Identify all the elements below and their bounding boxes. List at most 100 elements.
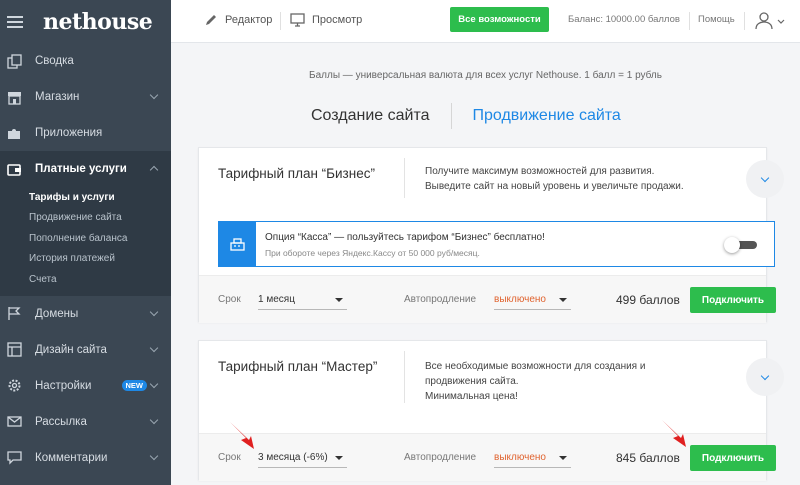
- sidebar-item-comments[interactable]: Комментарии: [0, 440, 171, 476]
- term-value: 1 месяц: [258, 294, 295, 305]
- sidebar-submenu: Тарифы и услуги Продвижение сайта Пополн…: [0, 187, 171, 296]
- chevron-down-icon: [149, 90, 159, 100]
- plan-description-line: Все необходимые возможности для создания…: [425, 361, 646, 372]
- sidebar-item-domains[interactable]: Домены: [0, 296, 171, 332]
- sidebar-item-label: Приложения: [35, 127, 103, 139]
- comment-icon: [7, 450, 22, 465]
- autorenew-label: Автопродление: [404, 452, 477, 463]
- sidebar-header: nethouse: [0, 0, 171, 43]
- sidebar-item-label: Сводка: [35, 55, 74, 67]
- tab-site-creation[interactable]: Создание сайта: [311, 107, 430, 125]
- annotation-arrow-icon: [662, 420, 686, 447]
- editor-link[interactable]: Редактор: [204, 13, 272, 27]
- plan-card-business: Тарифный план “Бизнес” Получите максимум…: [198, 147, 784, 323]
- kassa-icon: [219, 222, 256, 266]
- topbar-divider: [280, 12, 281, 30]
- monitor-icon: [290, 13, 305, 27]
- sidebar-item-settings[interactable]: Настройки NEW: [0, 368, 171, 404]
- user-menu[interactable]: [754, 10, 785, 33]
- expand-button[interactable]: [746, 160, 784, 198]
- sidebar-item-label: Магазин: [35, 91, 80, 103]
- chevron-down-icon: [149, 343, 159, 352]
- sidebar-subitem-tariffs[interactable]: Тарифы и услуги: [0, 187, 171, 208]
- balance-text: Баланс: 10000.00 баллов: [568, 14, 680, 25]
- sidebar-item-shop[interactable]: Магазин: [0, 79, 171, 115]
- sidebar-subitem-history[interactable]: История платежей: [0, 249, 171, 270]
- logo[interactable]: nethouse: [43, 9, 153, 35]
- sidebar-item-mailing[interactable]: Рассылка: [0, 404, 171, 440]
- chevron-down-icon: [149, 307, 159, 316]
- plan-card-master: Тарифный план “Мастер” Все необходимые в…: [198, 340, 784, 481]
- sidebar-item-paid-services[interactable]: Платные услуги: [0, 151, 171, 187]
- sidebar-subitem-invoices[interactable]: Счета: [0, 269, 171, 290]
- sidebar-item-apps[interactable]: Приложения: [0, 115, 171, 151]
- new-badge: NEW: [121, 379, 147, 391]
- plan-title: Тарифный план “Бизнес”: [218, 166, 375, 181]
- sidebar-item-label: Настройки: [35, 379, 92, 392]
- card-divider: [404, 351, 405, 403]
- caret-down-icon: [335, 298, 343, 302]
- sidebar-subitem-promotion[interactable]: Продвижение сайта: [0, 208, 171, 229]
- sidebar-item-label: Дизайн сайта: [35, 343, 107, 356]
- sidebar: nethouse Сводка Магазин Приложения Платн…: [0, 0, 171, 485]
- sidebar-item-label: Платные услуги: [35, 163, 127, 175]
- kassa-toggle[interactable]: [724, 237, 757, 253]
- topbar-divider: [744, 12, 745, 30]
- tab-divider: [450, 103, 452, 129]
- chevron-up-icon: [149, 165, 159, 175]
- menu-icon[interactable]: [7, 15, 23, 28]
- pencil-icon: [204, 13, 218, 27]
- connect-button[interactable]: Подключить: [690, 287, 776, 313]
- connect-button[interactable]: Подключить: [690, 445, 776, 471]
- promo-title: Опция “Касса” — пользуйтесь тарифом “Биз…: [265, 232, 545, 243]
- term-label: Срок: [218, 452, 241, 463]
- sidebar-item-label: Домены: [35, 307, 79, 320]
- caret-down-icon: [559, 298, 567, 302]
- plan-description-line: Минимальная цена!: [425, 391, 518, 402]
- annotation-arrow-icon: [230, 422, 254, 449]
- all-features-button[interactable]: Все возможности: [450, 7, 549, 32]
- gear-icon: [7, 378, 22, 393]
- mail-icon: [7, 414, 22, 429]
- help-link[interactable]: Помощь: [698, 14, 735, 25]
- autorenew-select[interactable]: выключено: [494, 290, 571, 310]
- term-select[interactable]: 3 месяца (-6%): [258, 448, 347, 468]
- chevron-down-icon: [149, 415, 159, 424]
- points-info: Баллы — универсальная валюта для всех ус…: [309, 70, 662, 81]
- sidebar-item-design[interactable]: Дизайн сайта: [0, 332, 171, 368]
- autorenew-select[interactable]: выключено: [494, 448, 571, 468]
- term-label: Срок: [218, 294, 241, 305]
- preview-label: Просмотр: [312, 14, 363, 26]
- plan-description: Получите максимум возможностей для разви…: [425, 164, 684, 194]
- main-content: Баллы — универсальная валюта для всех ус…: [171, 43, 800, 485]
- tabs: Создание сайта Продвижение сайта: [311, 103, 621, 129]
- kassa-promo: Опция “Касса” — пользуйтесь тарифом “Биз…: [218, 221, 775, 267]
- editor-label: Редактор: [225, 14, 273, 26]
- autorenew-value: выключено: [494, 294, 546, 305]
- sidebar-subitem-topup[interactable]: Пополнение баланса: [0, 228, 171, 249]
- term-select[interactable]: 1 месяц: [258, 290, 347, 310]
- topbar-divider: [689, 12, 690, 30]
- sidebar-item-summary[interactable]: Сводка: [0, 43, 171, 79]
- plan-description-line: Выведите сайт на новый уровень и увеличь…: [425, 181, 684, 192]
- chevron-down-icon: [760, 173, 770, 182]
- layout-icon: [7, 342, 22, 357]
- chevron-down-icon: [777, 16, 785, 28]
- shop-icon: [7, 90, 22, 105]
- chevron-down-icon: [149, 451, 159, 460]
- preview-link[interactable]: Просмотр: [290, 13, 362, 27]
- sidebar-item-label: Рассылка: [35, 415, 87, 428]
- promo-subtitle: При обороте через Яндекс.Кассу от 50 000…: [265, 248, 480, 258]
- caret-down-icon: [559, 456, 567, 460]
- caret-down-icon: [335, 456, 343, 460]
- term-value: 3 месяца (-6%): [258, 452, 328, 463]
- autorenew-value: выключено: [494, 452, 546, 463]
- plan-description-line: продвижения сайта.: [425, 376, 519, 387]
- wallet-icon: [7, 162, 22, 177]
- expand-button[interactable]: [746, 358, 784, 396]
- plan-description: Все необходимые возможности для создания…: [425, 359, 645, 404]
- flag-icon: [7, 306, 22, 321]
- tab-site-promotion[interactable]: Продвижение сайта: [473, 107, 621, 125]
- topbar: Редактор Просмотр Все возможности Баланс…: [171, 0, 800, 43]
- sidebar-item-label: Комментарии: [35, 451, 108, 464]
